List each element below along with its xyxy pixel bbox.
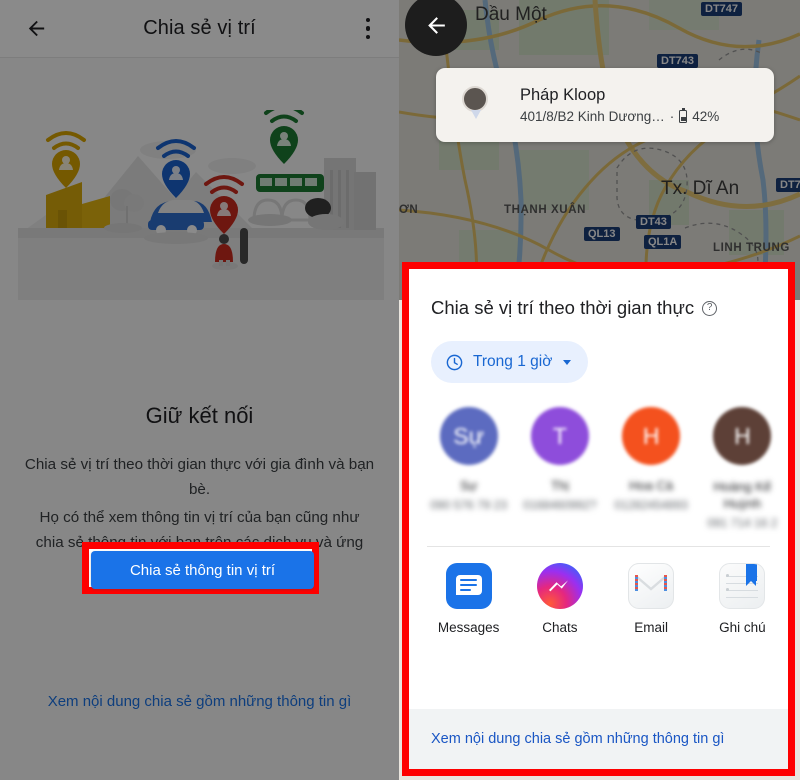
- app-target-notes[interactable]: Ghi chú: [697, 563, 788, 635]
- contact-number: 090 576 79 23: [430, 498, 507, 512]
- app-label: Ghi chú: [719, 620, 766, 635]
- page-title: Chia sẻ vị trí: [143, 17, 256, 39]
- contact-number: 0168460992?: [523, 498, 597, 512]
- left-app-bar: Chia sẻ vị trí: [0, 0, 399, 58]
- place-card[interactable]: Pháp Kloop 401/8/B2 Kinh Dương… · 42%: [436, 68, 774, 142]
- app-target-messages[interactable]: Messages: [423, 563, 514, 635]
- messenger-app-icon: [536, 563, 583, 609]
- duration-chip[interactable]: Trong 1 giờ: [431, 341, 589, 383]
- email-app-icon: [628, 563, 675, 609]
- sheet-title: Chia sẻ vị trí theo thời gian thực: [431, 297, 695, 318]
- contact-list: Sự Sự 090 576 79 23 T Thị 0168460992? H Hoa Cà 0…: [409, 383, 788, 530]
- left-paragraph-1: Chia sẻ vị trí theo thời gian thực với g…: [24, 456, 375, 498]
- location-sharing-illustration: [18, 104, 384, 310]
- app-label: Chats: [542, 620, 578, 635]
- place-name: Pháp Kloop: [520, 86, 606, 104]
- person-map-pin-icon: [436, 68, 520, 142]
- left-heading: Giữ kết nối: [145, 403, 254, 428]
- contact-number: 01282454893: [614, 498, 688, 512]
- two-panel-screenshot: Chia sẻ vị trí Giữ kết nối Chia sẻ vị tr…: [0, 0, 800, 780]
- right-panel-share-sheet: Dầu Một DT747 DT743 Tx. Dĩ An THẠNH XUÂN QL13…: [399, 0, 800, 780]
- place-subtitle: 401/8/B2 Kinh Dương… · 42%: [520, 107, 764, 124]
- battery-percent: 42%: [692, 109, 720, 124]
- duration-chip-label: Trong 1 giờ: [473, 353, 553, 370]
- sheet-what-is-shared-link[interactable]: Xem nội dung chia sẻ gồm những thông tin…: [431, 731, 724, 747]
- share-location-button-highlight: Chia sẻ thông tin vị trí: [82, 542, 319, 594]
- left-what-is-shared-link[interactable]: Xem nội dung chia sẻ gồm những thông tin…: [26, 690, 373, 714]
- place-address: 401/8/B2 Kinh Dương…: [520, 109, 665, 124]
- app-label: Email: [634, 620, 668, 635]
- notes-app-icon: [719, 563, 766, 609]
- more-vert-icon[interactable]: [351, 7, 385, 51]
- contact-name: Sự: [459, 478, 478, 493]
- sheet-footer: Xem nội dung chia sẻ gồm những thông tin…: [409, 709, 788, 769]
- app-target-email[interactable]: Email: [606, 563, 697, 635]
- contact-name: Hoa Cà: [629, 478, 674, 493]
- avatar: Sự: [439, 407, 498, 465]
- contact-number: 091 714 16 2: [707, 516, 778, 530]
- sheet-title-row: Chia sẻ vị trí theo thời gian thực ?: [409, 269, 788, 319]
- place-card-text: Pháp Kloop 401/8/B2 Kinh Dương… · 42%: [520, 86, 774, 124]
- share-location-button[interactable]: Chia sẻ thông tin vị trí: [91, 551, 314, 589]
- help-circle-icon[interactable]: ?: [702, 300, 718, 316]
- contact-name: Hoàng Kế Huỳnh: [713, 479, 772, 511]
- app-target-list: Messages Chats Email Ghi chú: [409, 547, 788, 635]
- contact-item[interactable]: H Hoàng Kế Huỳnh 091 714 16 2: [697, 407, 788, 530]
- avatar: H: [622, 407, 681, 465]
- left-panel-body: Giữ kết nối Chia sẻ vị trí theo thời gia…: [0, 58, 399, 780]
- contact-item[interactable]: Sự Sự 090 576 79 23: [423, 407, 514, 530]
- separator-dot: ·: [669, 109, 675, 124]
- share-bottom-sheet: Chia sẻ vị trí theo thời gian thực ? Tro…: [409, 269, 788, 769]
- contact-name: Thị: [550, 478, 569, 493]
- chevron-down-icon: [563, 359, 572, 365]
- avatar: T: [530, 407, 589, 465]
- battery-icon: [679, 107, 688, 123]
- messages-app-icon: [445, 563, 492, 609]
- left-panel-location-sharing-intro: Chia sẻ vị trí Giữ kết nối Chia sẻ vị tr…: [0, 0, 399, 780]
- avatar: H: [713, 407, 772, 465]
- clock-icon: [446, 354, 463, 370]
- contact-item[interactable]: H Hoa Cà 01282454893: [606, 407, 697, 530]
- contact-item[interactable]: T Thị 0168460992?: [514, 407, 605, 530]
- app-label: Messages: [437, 620, 500, 635]
- app-target-chats[interactable]: Chats: [514, 563, 605, 635]
